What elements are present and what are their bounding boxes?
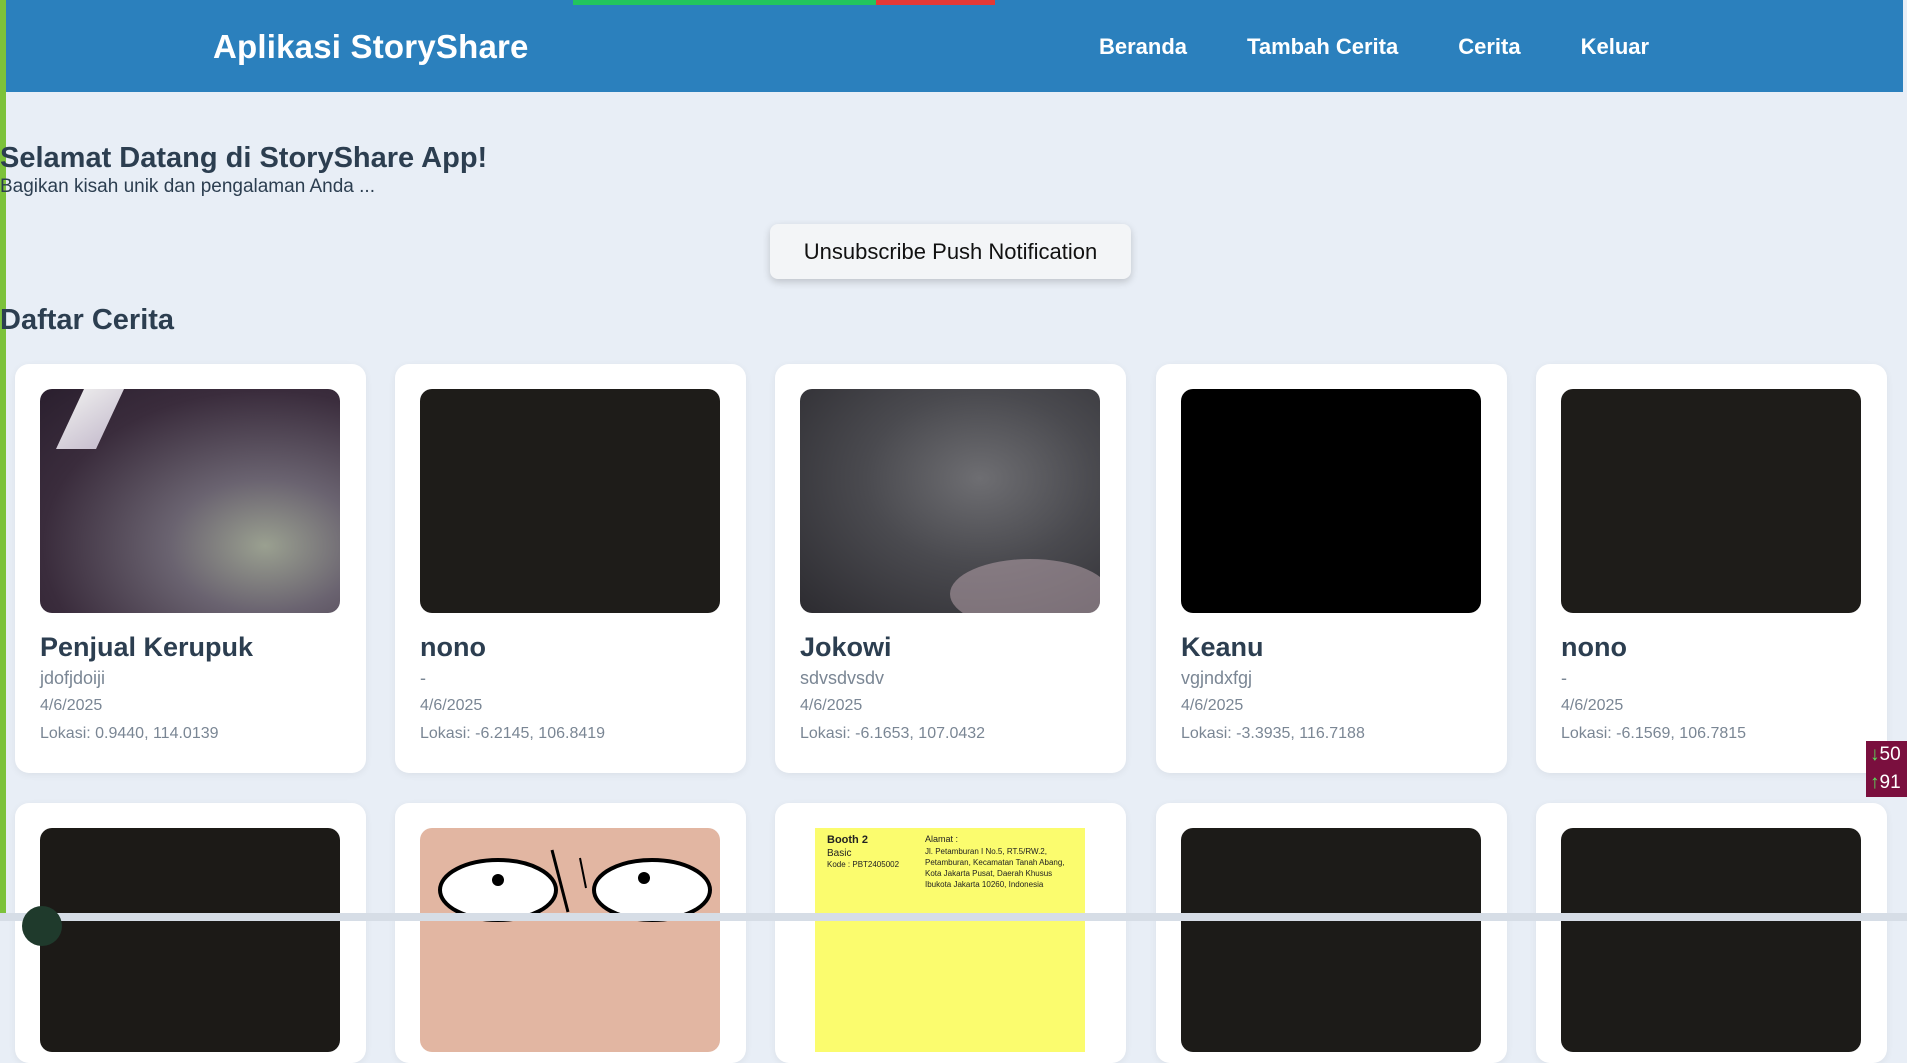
story-date: 4/6/2025 — [40, 697, 103, 714]
story-description: - — [420, 668, 426, 688]
cartoon-face-image — [438, 849, 712, 922]
story-image: Booth 2 Basic Kode : PBT2405002 Alamat :… — [800, 828, 1100, 1052]
app-title: Aplikasi StoryShare — [213, 28, 529, 65]
story-date: 4/6/2025 — [1561, 697, 1624, 714]
story-card[interactable] — [1536, 803, 1887, 1063]
nav-cerita[interactable]: Cerita — [1458, 34, 1520, 60]
download-speed: 50 — [1879, 744, 1901, 765]
story-card[interactable]: nono - 4/6/2025 Lokasi: -6.1569, 106.781… — [1536, 364, 1887, 773]
booth-code: Kode : PBT2405002 — [827, 860, 900, 869]
browser-edge — [0, 0, 6, 921]
nav-tambah-cerita[interactable]: Tambah Cerita — [1247, 34, 1398, 60]
story-name: Penjual Kerupuk — [40, 632, 254, 662]
unsubscribe-push-button[interactable]: Unsubscribe Push Notification — [770, 224, 1131, 279]
story-card[interactable]: nono - 4/6/2025 Lokasi: -6.2145, 106.841… — [395, 364, 746, 773]
story-card[interactable] — [395, 803, 746, 1063]
story-card[interactable] — [1156, 803, 1507, 1063]
story-description: - — [1561, 668, 1567, 688]
booth-type: Basic — [827, 848, 852, 859]
story-image — [1561, 389, 1861, 613]
story-image — [1181, 828, 1481, 1052]
story-image — [40, 828, 340, 1052]
bottom-scroll-area — [0, 913, 1907, 921]
story-description: sdvsdvsdv — [800, 668, 885, 688]
story-image — [1181, 389, 1481, 613]
welcome-subtitle: Bagikan kisah unik dan pengalaman Anda .… — [0, 176, 375, 197]
welcome-title: Selamat Datang di StoryShare App! — [0, 142, 488, 174]
floating-action-icon[interactable] — [22, 906, 62, 946]
story-description: vgjndxfgj — [1181, 668, 1253, 688]
story-description: jdofjdoiji — [40, 668, 106, 688]
story-location: Lokasi: 0.9440, 114.0139 — [40, 725, 219, 742]
upload-arrow-icon: ↑ — [1870, 772, 1880, 793]
story-card[interactable] — [15, 803, 366, 1063]
story-image — [40, 389, 340, 613]
booth-address: Jl. Petamburan I No.5, RT.5/RW.2, Petamb… — [925, 847, 1065, 889]
app-header: Aplikasi StoryShare Beranda Tambah Cerit… — [6, 0, 1903, 92]
story-card[interactable]: Jokowi sdvsdvsdv 4/6/2025 Lokasi: -6.165… — [775, 364, 1126, 773]
download-arrow-icon: ↓ — [1870, 744, 1880, 765]
story-location: Lokasi: -6.1653, 107.0432 — [800, 725, 986, 742]
booth-address-label: Alamat : — [925, 834, 959, 844]
story-name: Jokowi — [800, 632, 892, 662]
story-name: nono — [1561, 632, 1627, 662]
main-nav: Beranda Tambah Cerita Cerita Keluar — [1099, 34, 1649, 60]
nav-beranda[interactable]: Beranda — [1099, 34, 1187, 60]
story-card[interactable]: Penjual Kerupuk jdofjdoiji 4/6/2025 Loka… — [15, 364, 366, 773]
story-name: nono — [420, 632, 486, 662]
story-image — [420, 828, 720, 1052]
loading-progress-bar — [573, 0, 995, 5]
story-list-title: Daftar Cerita — [0, 304, 175, 336]
story-location: Lokasi: -3.3935, 116.7188 — [1181, 725, 1365, 742]
nav-keluar[interactable]: Keluar — [1581, 34, 1649, 60]
story-location: Lokasi: -6.2145, 106.8419 — [420, 725, 606, 742]
story-image — [800, 389, 1100, 613]
story-card[interactable]: Keanu vgjndxfgj 4/6/2025 Lokasi: -3.3935… — [1156, 364, 1507, 773]
story-image — [420, 389, 720, 613]
story-date: 4/6/2025 — [800, 697, 863, 714]
story-image — [1561, 828, 1861, 1052]
network-speed-widget: ↓50 ↑91 — [1866, 741, 1907, 797]
story-date: 4/6/2025 — [420, 697, 483, 714]
story-name: Keanu — [1181, 632, 1264, 662]
upload-speed: 91 — [1879, 772, 1901, 793]
story-date: 4/6/2025 — [1181, 697, 1244, 714]
story-location: Lokasi: -6.1569, 106.7815 — [1561, 725, 1747, 742]
story-card[interactable]: Booth 2 Basic Kode : PBT2405002 Alamat :… — [775, 803, 1126, 1063]
booth-ticket-image: Booth 2 Basic Kode : PBT2405002 Alamat :… — [815, 828, 1085, 1052]
booth-title: Booth 2 — [827, 834, 868, 846]
